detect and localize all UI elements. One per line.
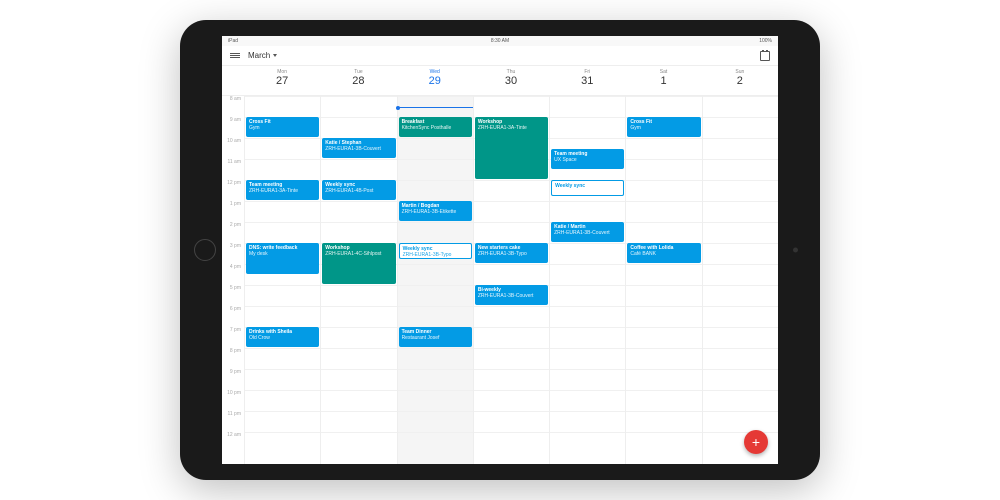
event-subtitle: Old Crow — [249, 335, 316, 341]
chevron-down-icon — [273, 54, 277, 57]
status-time: 8:30 AM — [491, 38, 509, 44]
hour-label: 9 am — [222, 117, 241, 138]
event-subtitle: KitchenSync Posthalle — [402, 125, 469, 131]
status-device: iPad — [228, 38, 238, 44]
time-gutter: 8 am9 am10 am11 am12 pm1 pm2 pm3 pm4 pm5… — [222, 96, 244, 464]
status-battery: 100% — [759, 38, 772, 44]
event-subtitle: Gym — [249, 125, 316, 131]
hour-label: 4 pm — [222, 264, 241, 285]
hour-label: 8 am — [222, 96, 241, 117]
home-button[interactable] — [194, 239, 216, 261]
day-column[interactable]: Cross FitGym Team meetingZRH-EURA1-3A-Tin… — [244, 96, 320, 464]
day-headers: Mon27Tue28Wed29Thu30Fri31Sat1Sun2 — [222, 66, 778, 96]
day-columns: Cross FitGym Team meetingZRH-EURA1-3A-Tin… — [244, 96, 778, 464]
event-subtitle: Café BANK — [630, 251, 697, 257]
calendar-event[interactable]: Bi-weeklyZRH-EURA1-3B-Couvert — [475, 285, 548, 305]
calendar-event[interactable]: Cross FitGym — [246, 117, 319, 137]
event-subtitle: ZRH-EURA1-3B-Etikette — [402, 209, 469, 215]
hour-label: 9 pm — [222, 369, 241, 390]
day-number: 31 — [549, 75, 625, 87]
calendar-event[interactable]: Cross FitGym — [627, 117, 700, 137]
day-header[interactable]: Mon27 — [244, 66, 320, 95]
day-number: 28 — [320, 75, 396, 87]
event-subtitle: ZRH-EURA1-3B-Typo — [478, 251, 545, 257]
hour-label: 1 pm — [222, 201, 241, 222]
day-column[interactable]: Team meetingUX Space Weekly sync Katie / M… — [549, 96, 625, 464]
day-number: 29 — [397, 75, 473, 87]
event-subtitle: ZRH-EURA1-3A-Tinte — [478, 125, 545, 131]
month-label: March — [248, 51, 270, 60]
add-event-fab[interactable]: + — [744, 430, 768, 454]
event-subtitle: ZRH-EURA1-3A-Tinte — [249, 188, 316, 194]
day-column[interactable]: BreakfastKitchenSync Posthalle Martin / B… — [397, 96, 473, 464]
calendar-event[interactable]: Drinks with SheilaOld Crow — [246, 327, 319, 347]
day-number: 27 — [244, 75, 320, 87]
menu-icon[interactable] — [230, 53, 240, 58]
plus-icon: + — [752, 434, 760, 450]
calendar-event[interactable]: Team meetingUX Space — [551, 149, 624, 169]
event-subtitle: ZRH-EURA1-3B-Couvert — [554, 230, 621, 236]
event-subtitle: ZRH-EURA1-4B-Post — [325, 188, 392, 194]
day-header[interactable]: Sat1 — [625, 66, 701, 95]
event-subtitle: ZRH-EURA1-3B-Couvert — [325, 146, 392, 152]
calendar-event[interactable]: Team meetingZRH-EURA1-3A-Tinte — [246, 180, 319, 200]
hour-label: 3 pm — [222, 243, 241, 264]
event-subtitle: UX Space — [554, 157, 621, 163]
calendar-event[interactable]: Katie / StephanZRH-EURA1-3B-Couvert — [322, 138, 395, 158]
day-column[interactable] — [702, 96, 778, 464]
hour-label: 8 pm — [222, 348, 241, 369]
event-title: Weekly sync — [555, 183, 620, 189]
calendar-event[interactable]: BreakfastKitchenSync Posthalle — [399, 117, 472, 137]
tablet-frame: iPad 8:30 AM 100% March Mon27Tue28Wed29T… — [180, 20, 820, 480]
app-header: March — [222, 46, 778, 66]
day-number: 1 — [625, 75, 701, 87]
day-header[interactable]: Sun2 — [702, 66, 778, 95]
event-subtitle: Gym — [630, 125, 697, 131]
hour-label: 2 pm — [222, 222, 241, 243]
hour-label: 11 pm — [222, 411, 241, 432]
camera-dot — [793, 248, 798, 253]
today-icon[interactable] — [760, 51, 770, 61]
calendar-event[interactable]: Katie / MartinZRH-EURA1-3B-Couvert — [551, 222, 624, 242]
calendar-event[interactable]: WorkshopZRH-EURA1-3A-Tinte — [475, 117, 548, 179]
event-subtitle: ZRH-EURA1-3B-Couvert — [478, 293, 545, 299]
day-number: 2 — [702, 75, 778, 87]
day-header[interactable]: Fri31 — [549, 66, 625, 95]
hour-label: 12 am — [222, 432, 241, 453]
calendar-event[interactable]: Team DinnerRestaurant Josef — [399, 327, 472, 347]
hour-label: 10 pm — [222, 390, 241, 411]
day-number: 30 — [473, 75, 549, 87]
calendar-event[interactable]: New starters cakeZRH-EURA1-3B-Typo — [475, 243, 548, 263]
hour-label: 10 am — [222, 138, 241, 159]
day-header[interactable]: Tue28 — [320, 66, 396, 95]
calendar-event[interactable]: Coffee with LolidaCafé BANK — [627, 243, 700, 263]
calendar-event[interactable]: WorkshopZRH-EURA1-4C-Sihlpost — [322, 243, 395, 284]
calendar-grid[interactable]: 8 am9 am10 am11 am12 pm1 pm2 pm3 pm4 pm5… — [222, 96, 778, 464]
event-subtitle: Restaurant Josef — [402, 335, 469, 341]
now-indicator — [398, 107, 473, 108]
calendar-event[interactable]: Weekly syncZRH-EURA1-3B-Typo — [399, 243, 472, 259]
screen: iPad 8:30 AM 100% March Mon27Tue28Wed29T… — [222, 36, 778, 464]
day-header[interactable]: Wed29 — [397, 66, 473, 95]
day-column[interactable]: Katie / StephanZRH-EURA1-3B-Couvert Weekl… — [320, 96, 396, 464]
month-picker[interactable]: March — [248, 51, 277, 60]
calendar-event[interactable]: Weekly syncZRH-EURA1-4B-Post — [322, 180, 395, 200]
event-subtitle: My desk — [249, 251, 316, 257]
calendar-event[interactable]: DNS: write feedbackMy desk — [246, 243, 319, 274]
calendar-event[interactable]: Weekly sync — [551, 180, 624, 196]
hour-label: 11 am — [222, 159, 241, 180]
day-header[interactable]: Thu30 — [473, 66, 549, 95]
event-subtitle: ZRH-EURA1-3B-Typo — [403, 252, 468, 258]
hour-label: 7 pm — [222, 327, 241, 348]
hour-label: 5 pm — [222, 285, 241, 306]
status-bar: iPad 8:30 AM 100% — [222, 36, 778, 46]
day-column[interactable]: WorkshopZRH-EURA1-3A-Tinte New starters c… — [473, 96, 549, 464]
hour-label: 6 pm — [222, 306, 241, 327]
day-column[interactable]: Cross FitGym Coffee with LolidaCafé BANK — [625, 96, 701, 464]
calendar-event[interactable]: Martin / BogdanZRH-EURA1-3B-Etikette — [399, 201, 472, 221]
hour-label: 12 pm — [222, 180, 241, 201]
event-subtitle: ZRH-EURA1-4C-Sihlpost — [325, 251, 392, 257]
